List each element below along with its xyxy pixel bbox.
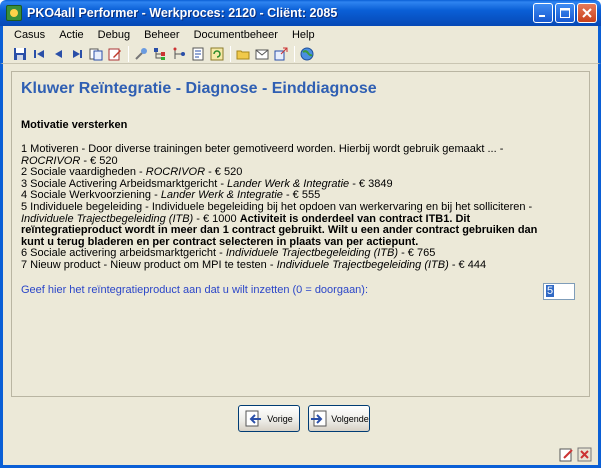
item-provider: Lander Werk & Integratie xyxy=(160,189,283,202)
previous-icon[interactable] xyxy=(50,46,66,62)
item-price: - € 444 xyxy=(448,258,487,271)
toolbar xyxy=(0,44,601,64)
page-title: Kluwer Reïntegratie - Diagnose - Einddia… xyxy=(21,80,377,97)
contract-note: Activiteit is onderdeel van contract ITB… xyxy=(239,212,471,225)
maximize-icon xyxy=(560,8,570,18)
next-arrow-icon xyxy=(311,410,327,426)
contract-note: reïntegratieproduct wordt in meer dan 1 … xyxy=(21,224,538,237)
toolbar-separator xyxy=(230,45,231,62)
item-price: - € 1000 xyxy=(193,212,240,225)
title-bar: PKO4all Performer - Werkproces: 2120 - C… xyxy=(0,0,601,26)
item-price: - € 765 xyxy=(398,247,436,260)
close-icon xyxy=(582,8,592,18)
item-text: 7 Nieuw product - Nieuw product om MPI t… xyxy=(21,258,277,271)
input-value[interactable]: 5 xyxy=(546,285,555,297)
save-icon[interactable] xyxy=(12,46,28,62)
item-provider: ROCRIVOR xyxy=(21,154,81,167)
contract-note: kunt u terug bladeren en per contract se… xyxy=(21,235,419,248)
next-button-label: Volgende xyxy=(331,413,369,424)
item-text: 5 Individuele begeleiding - Individuele … xyxy=(21,200,533,213)
product-number-input[interactable]: 5 xyxy=(543,283,575,300)
minimize-icon xyxy=(539,15,545,17)
item-text: 2 Sociale vaardigheden - xyxy=(21,166,146,179)
maximize-button[interactable] xyxy=(555,3,575,23)
item-provider: Individuele Trajectbegeleiding (ITB) xyxy=(21,212,194,225)
item-text: 3 Sociale Activering Arbeidsmarktgericht… xyxy=(21,177,228,190)
item-text: 6 Sociale activering arbeidsmarktgericht… xyxy=(21,247,226,260)
menu-actie[interactable]: Actie xyxy=(52,29,90,41)
refresh-icon[interactable] xyxy=(209,46,225,62)
item-text: 4 Sociale Werkvoorziening - xyxy=(21,189,161,202)
previous-button[interactable]: Vorige xyxy=(238,405,300,432)
export-icon[interactable] xyxy=(273,46,289,62)
close-button[interactable] xyxy=(577,3,597,23)
section-title: Motivatie versterken xyxy=(21,119,128,131)
list-item: 7 Nieuw product - Nieuw product om MPI t… xyxy=(21,258,573,272)
item-price: - € 3849 xyxy=(349,177,393,190)
item-price: - € 520 xyxy=(205,166,243,179)
menu-beheer[interactable]: Beheer xyxy=(137,29,186,41)
menu-help[interactable]: Help xyxy=(285,29,322,41)
item-provider: ROCRIVOR xyxy=(145,166,206,179)
content-panel: Kluwer Reïntegratie - Diagnose - Einddia… xyxy=(11,71,590,397)
item-provider: Individuele Trajectbegeleiding (ITB) xyxy=(276,258,449,271)
folder-icon[interactable] xyxy=(235,46,251,62)
edit-icon[interactable] xyxy=(107,46,123,62)
menu-casus[interactable]: Casus xyxy=(7,29,52,41)
minimize-button[interactable] xyxy=(533,3,553,23)
input-prompt: Geef hier het reïntegratieproduct aan da… xyxy=(21,284,369,296)
previous-button-label: Vorige xyxy=(267,413,293,424)
menu-documentbeheer[interactable]: Documentbeheer xyxy=(187,29,285,41)
item-text: 1 Motiveren - Door diverse trainingen be… xyxy=(21,143,504,155)
next-icon[interactable] xyxy=(69,46,85,62)
product-list: 1 Motiveren - Door diverse trainingen be… xyxy=(21,143,573,272)
edit-note-icon[interactable] xyxy=(559,447,574,462)
close-case-icon[interactable] xyxy=(577,447,592,462)
item-price: - € 520 xyxy=(80,154,118,167)
item-price: - € 555 xyxy=(282,189,321,202)
mail-icon[interactable] xyxy=(254,46,270,62)
item-provider: Individuele Trajectbegeleiding (ITB) xyxy=(225,247,399,260)
previous-arrow-icon xyxy=(245,410,262,426)
status-icons xyxy=(559,447,592,462)
menu-bar: Casus Actie Debug Beheer Documentbeheer … xyxy=(0,26,601,44)
main-frame: Kluwer Reïntegratie - Diagnose - Einddia… xyxy=(0,64,601,468)
next-button[interactable]: Volgende xyxy=(308,405,370,432)
document-icon[interactable] xyxy=(190,46,206,62)
menu-debug[interactable]: Debug xyxy=(91,29,137,41)
toolbar-separator xyxy=(294,45,295,62)
copy-icon[interactable] xyxy=(88,46,104,62)
globe-icon[interactable] xyxy=(299,46,315,62)
tool-icon[interactable] xyxy=(133,46,149,62)
first-icon[interactable] xyxy=(31,46,47,62)
toolbar-separator xyxy=(128,45,129,62)
item-provider: Lander Werk & Integratie xyxy=(227,177,350,190)
tree-icon[interactable] xyxy=(152,46,168,62)
app-icon xyxy=(6,5,22,21)
branch-icon[interactable] xyxy=(171,46,187,62)
window-title: PKO4all Performer - Werkproces: 2120 - C… xyxy=(27,6,338,20)
